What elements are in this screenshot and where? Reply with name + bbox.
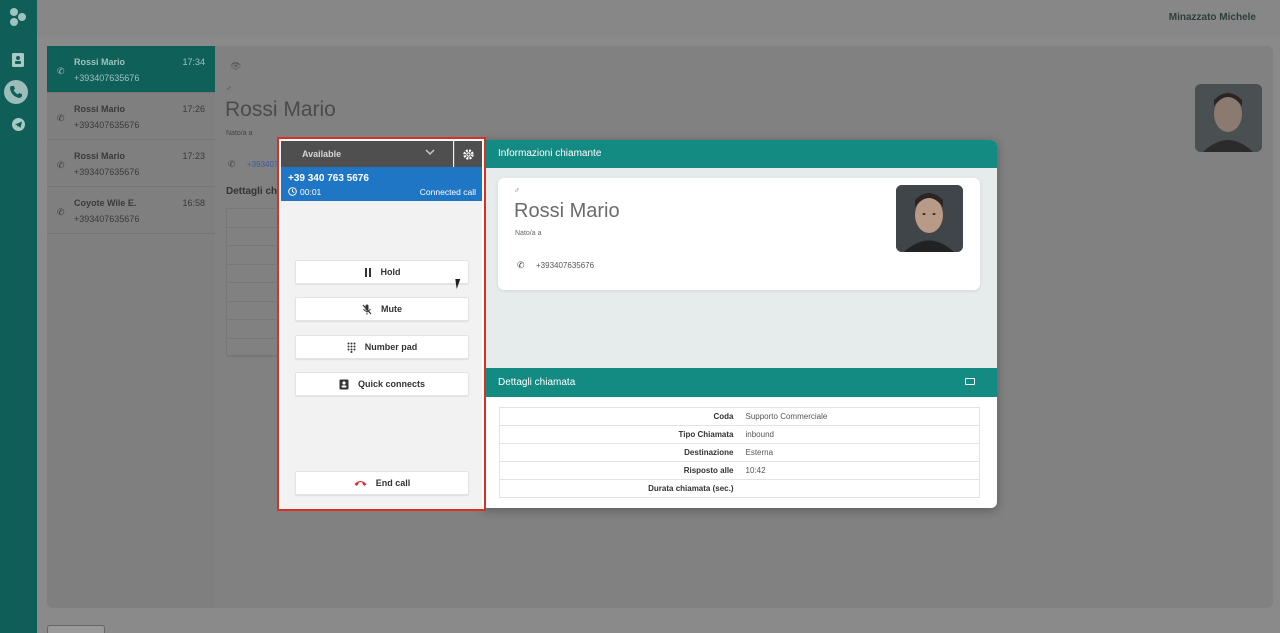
list-item-time: 16:58 (182, 198, 205, 208)
phone-icon: ✆ (57, 66, 65, 76)
list-item[interactable]: ✆ Coyote Wile E. 16:58 +393407635676 (47, 187, 215, 234)
detail-key: Durata chiamata (sec.) (499, 479, 740, 498)
number-pad-label: Number pad (364, 342, 418, 352)
list-item-name: Rossi Mario (74, 151, 126, 161)
table-row: Destinazione Esterna (499, 443, 980, 462)
caller-card: ♂ Rossi Mario Nato/a a ✆ +393407635676 (498, 178, 980, 290)
softphone-body: Available +39 340 763 5676 00:01 Connect… (281, 141, 482, 509)
number-pad-button[interactable]: Number pad (295, 335, 469, 359)
caller-info-body: ♂ Rossi Mario Nato/a a ✆ +393407635676 (483, 168, 997, 368)
detail-value: 10:42 (739, 461, 980, 480)
list-item-number: +393407635676 (74, 73, 140, 83)
chevron-down-icon (425, 141, 435, 167)
end-call-button[interactable]: End call (295, 471, 469, 495)
phone-icon: ✆ (57, 113, 65, 123)
quick-connects-button[interactable]: Quick connects (295, 372, 469, 396)
caller-name: Rossi Mario (514, 200, 620, 222)
phone-icon: ✆ (57, 207, 65, 217)
call-list: ✆ Rossi Mario 17:34 +393407635676 ✆ Ross… (47, 46, 215, 608)
list-item-number: +393407635676 (74, 214, 140, 224)
address-book-icon (339, 379, 349, 390)
phone-icon[interactable] (4, 80, 28, 104)
quick-connects-label: Quick connects (357, 379, 426, 389)
detail-value (739, 479, 980, 498)
list-item-name: Rossi Mario (74, 104, 126, 114)
detail-key: Coda (499, 407, 740, 426)
telegram-icon[interactable] (8, 114, 28, 134)
detail-key: Risposto alle (499, 461, 740, 480)
detail-key: Destinazione (499, 443, 740, 462)
list-item-number: +393407635676 (74, 120, 140, 130)
phone-icon: ✆ (57, 160, 65, 170)
app-sidebar (0, 0, 37, 633)
birthplace-label: Nato/a a (226, 130, 253, 137)
list-item[interactable]: ✆ Rossi Mario 17:34 +393407635676 (47, 46, 215, 93)
list-item-number: +393407635676 (74, 167, 140, 177)
eye-icon[interactable]: 👁 (230, 61, 241, 72)
hold-label: Hold (380, 267, 401, 277)
table-row: Tipo Chiamata inbound (499, 425, 980, 444)
list-item[interactable]: ✆ Rossi Mario 17:26 +393407635676 (47, 93, 215, 140)
softphone-panel: Available +39 340 763 5676 00:01 Connect… (277, 137, 486, 511)
card-icon (965, 378, 975, 385)
call-status: Connected call (419, 187, 476, 197)
call-details-table: Coda Supporto Commerciale Tipo Chiamata in… (499, 407, 980, 498)
list-item-name: Coyote Wile E. (74, 198, 137, 208)
detail-value: inbound (739, 425, 980, 444)
top-bar: Minazzato Michele (37, 0, 1280, 37)
list-item[interactable]: ✆ Rossi Mario 17:23 +393407635676 (47, 140, 215, 187)
phone-icon: ✆ (228, 159, 236, 169)
list-item-time: 17:34 (182, 57, 205, 67)
gender-icon: ♂ (226, 84, 232, 93)
hold-button[interactable]: Hold (295, 260, 469, 284)
call-details-title: Dettagli chiamata (498, 377, 576, 388)
bottom-button[interactable] (47, 625, 105, 633)
logo-icon (5, 6, 31, 28)
end-call-label: End call (375, 478, 411, 488)
detail-value: Supporto Commerciale (739, 407, 980, 426)
user-name[interactable]: Minazzato Michele (1169, 12, 1256, 23)
call-number: +39 340 763 5676 (288, 173, 369, 184)
clock-icon (288, 187, 297, 198)
detail-key: Tipo Chiamata (499, 425, 740, 444)
agent-status-dropdown[interactable]: Available (281, 141, 453, 167)
list-item-time: 17:26 (182, 104, 205, 114)
list-item-time: 17:23 (182, 151, 205, 161)
agent-status-label: Available (302, 149, 342, 159)
call-timer-value: 00:01 (300, 187, 322, 197)
gender-icon: ♂ (514, 186, 520, 195)
active-call-bar: +39 340 763 5676 00:01 Connected call (281, 167, 482, 201)
contact-name: Rossi Mario (225, 98, 336, 121)
table-row: Risposto alle 10:42 (499, 461, 980, 480)
hang-up-icon (354, 479, 367, 487)
avatar (896, 185, 963, 252)
call-timer: 00:01 (288, 187, 321, 198)
phone-icon: ✆ (517, 260, 525, 270)
caller-phone: +393407635676 (536, 261, 595, 270)
detail-value: Esterna (739, 443, 980, 462)
pause-icon (364, 267, 372, 277)
list-item-name: Rossi Mario (74, 57, 126, 67)
gear-icon[interactable] (454, 141, 482, 167)
keypad-icon (347, 342, 356, 353)
caller-info-header: Informazioni chiamante (483, 140, 997, 168)
contacts-icon[interactable] (8, 50, 28, 70)
mute-label: Mute (381, 304, 402, 314)
mute-button[interactable]: Mute (295, 297, 469, 321)
caller-info-modal: Informazioni chiamante ♂ Rossi Mario Nat… (483, 140, 997, 508)
birthplace-label: Nato/a a (515, 230, 542, 237)
call-details-header: Dettagli chiamata (483, 368, 997, 397)
mic-off-icon (362, 304, 372, 315)
avatar (1195, 84, 1262, 152)
table-row: Coda Supporto Commerciale (499, 407, 980, 426)
table-row: Durata chiamata (sec.) (499, 479, 980, 498)
